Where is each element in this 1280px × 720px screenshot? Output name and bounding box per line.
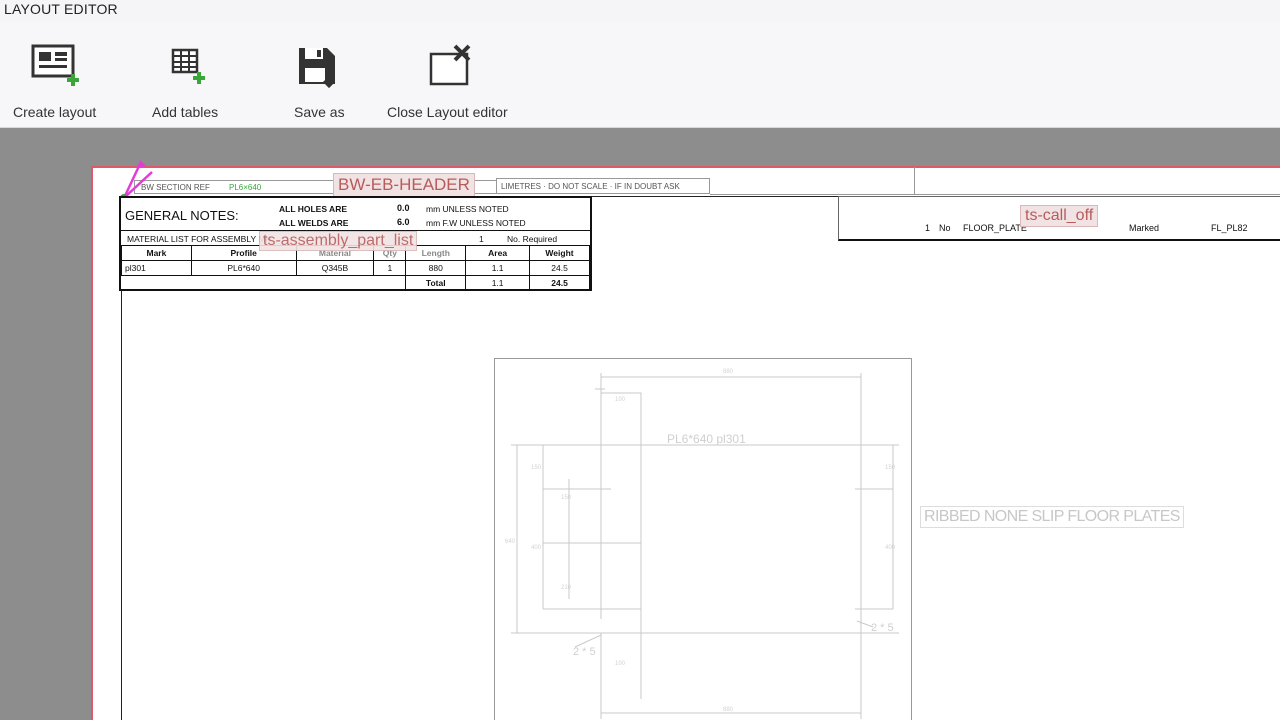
scale-note-strip[interactable]: LIMETRES · DO NOT SCALE · IF IN DOUBT AS… xyxy=(496,178,710,194)
add-tables-label: Add tables xyxy=(152,104,219,120)
col-weight: Weight xyxy=(529,245,590,261)
add-tables-icon xyxy=(161,44,209,92)
col-mark: Mark xyxy=(121,245,192,261)
save-as-icon xyxy=(295,44,343,92)
table-row: pl301 PL6*640 Q345B 1 880 1.1 24.5 xyxy=(121,260,590,276)
title-block-cell xyxy=(710,167,915,195)
welds-value: 6.0 xyxy=(397,217,410,227)
dim-left: 640 xyxy=(505,539,516,545)
calloff-no: No xyxy=(939,223,951,233)
weld-symbol-2: 2 * 5 xyxy=(573,646,596,658)
general-notes-title: GENERAL NOTES: xyxy=(125,208,239,223)
section-ref-value: PL6×640 xyxy=(229,183,262,192)
required-qty: 1 xyxy=(479,234,484,244)
add-tables-button[interactable]: Add tables xyxy=(152,44,218,120)
calloff-marked: Marked xyxy=(1129,223,1160,233)
total-area: 1.1 xyxy=(465,275,531,291)
cell-material: Q345B xyxy=(295,260,375,276)
part-drawing-svg: 880 100 640 150 150 400 210 150 400 100 … xyxy=(505,369,899,719)
create-layout-button[interactable]: Create layout xyxy=(13,44,96,120)
dim-top: 880 xyxy=(723,369,734,375)
save-as-label: Save as xyxy=(294,104,345,120)
create-layout-icon xyxy=(31,44,79,92)
calloff-name: FLOOR_PLATE xyxy=(963,223,1027,233)
cell-length: 880 xyxy=(405,260,467,276)
dim-left-4: 210 xyxy=(561,585,572,591)
cell-profile: PL6*640 xyxy=(190,260,297,276)
close-layout-editor-icon xyxy=(427,44,475,92)
title-bar: LAYOUT EDITOR xyxy=(0,0,1280,22)
ribbed-plates-note[interactable]: RIBBED NONE SLIP FLOOR PLATES xyxy=(920,506,1184,528)
dim-left-3: 400 xyxy=(531,545,542,551)
holes-note: mm UNLESS NOTED xyxy=(426,204,509,214)
dim-bottom: 880 xyxy=(723,707,734,713)
weld-symbol-1: 2 * 5 xyxy=(871,622,894,634)
close-layout-editor-button[interactable]: Close Layout editor xyxy=(387,44,508,120)
cell-mark: pl301 xyxy=(121,260,192,276)
layout-editor-app: LAYOUT EDITOR Create layout Add tables S… xyxy=(0,0,1280,720)
assembly-part-list-tag[interactable]: ts-assembly_part_list xyxy=(259,231,418,251)
cell-qty: 1 xyxy=(373,260,407,276)
scale-note: LIMETRES · DO NOT SCALE · IF IN DOUBT AS… xyxy=(501,182,680,191)
title-block-line xyxy=(915,194,1280,195)
col-area: Area xyxy=(465,245,531,261)
part-label: PL6*640 pl301 xyxy=(667,432,746,446)
total-row: Total 1.1 24.5 xyxy=(121,275,590,291)
welds-label: ALL WELDS ARE xyxy=(279,218,349,228)
dim-right-2: 400 xyxy=(885,545,896,551)
calloff-tag[interactable]: ts-call_off xyxy=(1020,205,1099,227)
total-label: Total xyxy=(405,275,467,291)
save-as-button[interactable]: Save as xyxy=(294,44,345,120)
header-tag[interactable]: BW-EB-HEADER xyxy=(333,173,475,197)
dim-left-1: 150 xyxy=(531,465,542,471)
calloff-ref: FL_PL82 xyxy=(1211,223,1248,233)
total-weight: 24.5 xyxy=(529,275,590,291)
cell-weight: 24.5 xyxy=(529,260,590,276)
dim-left-2: 150 xyxy=(561,495,572,501)
material-list-title: MATERIAL LIST FOR ASSEMBLY MK xyxy=(127,234,272,244)
welds-note: mm F.W UNLESS NOTED xyxy=(426,218,526,228)
dim-notch: 100 xyxy=(615,397,626,403)
dim-right-1: 150 xyxy=(885,465,896,471)
close-layout-editor-label: Close Layout editor xyxy=(387,104,508,120)
dim-bottom-notch: 100 xyxy=(615,661,626,667)
no-required-label: No. Required xyxy=(507,234,558,244)
cell-area: 1.1 xyxy=(465,260,531,276)
holes-label: ALL HOLES ARE xyxy=(279,204,348,214)
part-drawing-view[interactable]: 880 100 640 150 150 400 210 150 400 100 … xyxy=(494,358,912,720)
holes-value: 0.0 xyxy=(397,203,410,213)
toolbar-ribbon: Create layout Add tables Save as Close L… xyxy=(0,22,1280,128)
part-list-table: Mark Profile Material Qty Length Area We… xyxy=(121,245,590,291)
calloff-qty: 1 xyxy=(925,223,931,233)
create-layout-label: Create layout xyxy=(13,104,97,120)
window-title: LAYOUT EDITOR xyxy=(4,1,118,17)
